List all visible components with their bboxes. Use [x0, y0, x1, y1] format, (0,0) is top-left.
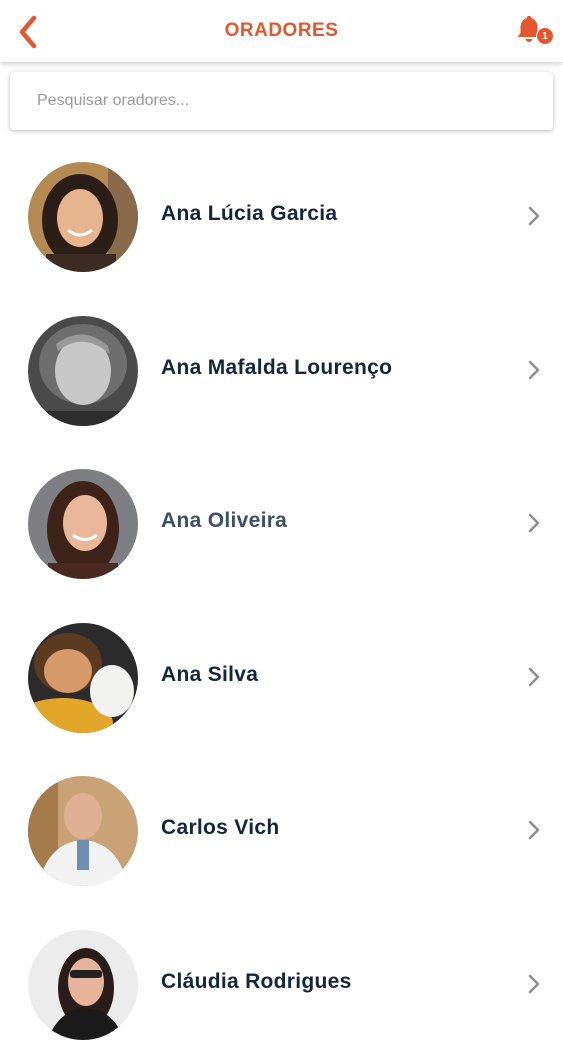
speaker-name: Ana Silva	[161, 663, 258, 687]
notification-badge: 1	[536, 27, 554, 45]
list-item[interactable]: Ana Lúcia Garcia	[0, 140, 563, 294]
speaker-name: Cláudia Rodrigues	[161, 970, 352, 994]
notifications-button[interactable]: 1	[509, 12, 553, 52]
avatar	[28, 162, 138, 272]
avatar	[28, 316, 138, 426]
speaker-name: Ana Oliveira	[161, 509, 287, 533]
chevron-right-icon	[527, 818, 541, 842]
search-input[interactable]	[10, 72, 553, 130]
list-item[interactable]: Ana Mafalda Lourenço	[0, 294, 563, 448]
avatar	[28, 469, 138, 579]
speaker-list: Ana Lúcia Garcia Ana Mafalda Lourenço	[0, 140, 563, 1061]
list-item[interactable]: Cláudia Rodrigues	[0, 908, 563, 1061]
app-header: ORADORES 1	[0, 0, 563, 62]
avatar	[28, 776, 138, 886]
chevron-right-icon	[527, 972, 541, 996]
search-box	[10, 72, 553, 130]
chevron-right-icon	[527, 204, 541, 228]
list-item[interactable]: Ana Oliveira	[0, 447, 563, 601]
speaker-name: Ana Mafalda Lourenço	[161, 356, 392, 380]
speaker-name: Ana Lúcia Garcia	[161, 202, 337, 226]
speaker-name: Carlos Vich	[161, 816, 279, 840]
chevron-right-icon	[527, 511, 541, 535]
page-title: ORADORES	[0, 20, 563, 42]
avatar	[28, 930, 138, 1040]
avatar	[28, 623, 138, 733]
list-item[interactable]: Carlos Vich	[0, 754, 563, 908]
chevron-right-icon	[527, 665, 541, 689]
chevron-right-icon	[527, 358, 541, 382]
list-item[interactable]: Ana Silva	[0, 601, 563, 755]
